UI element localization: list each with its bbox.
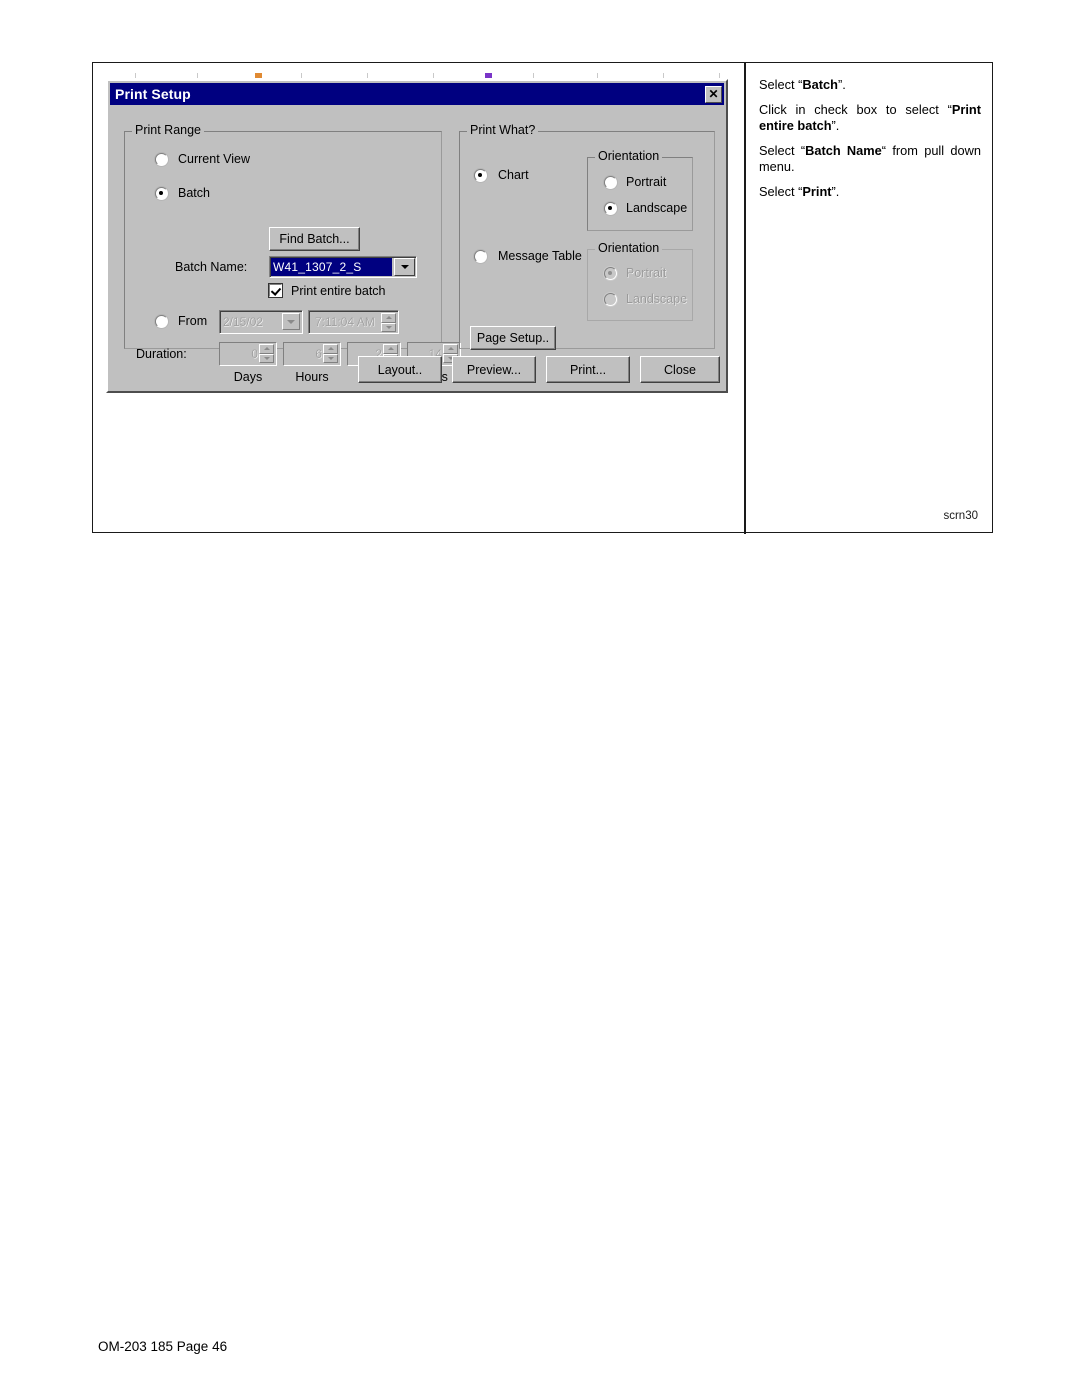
spinner-up-icon[interactable] (259, 344, 274, 354)
panel-divider (744, 63, 746, 534)
find-batch-button-label: Find Batch... (279, 232, 350, 246)
print-button[interactable]: Print... (546, 356, 630, 383)
label-print-entire-batch: Print entire batch (291, 284, 386, 298)
page-setup-button[interactable]: Page Setup.. (470, 326, 556, 350)
dialog-button-row: Layout.. Preview... Print... Close (358, 356, 720, 384)
label-table-landscape: Landscape (626, 292, 688, 306)
radio-batch[interactable] (155, 187, 168, 200)
chevron-down-icon[interactable] (282, 313, 300, 330)
radio-chart-landscape[interactable] (604, 202, 617, 215)
batch-name-value: W41_1307_2_S (271, 258, 392, 276)
from-time-value: 7:11:04 AM (315, 315, 375, 329)
preview-button-label: Preview... (466, 362, 522, 377)
label-batch-name: Batch Name: (175, 260, 248, 274)
instructions-panel: Select “Batch”. Click in check box to se… (759, 77, 981, 209)
table-orientation-group: Orientation Portrait Landscape (587, 242, 693, 321)
page-setup-button-label: Page Setup.. (476, 331, 550, 345)
duration-hours-field[interactable]: 6 (283, 342, 341, 366)
chevron-down-icon[interactable] (394, 258, 415, 276)
duration-hours-spinner[interactable] (323, 344, 338, 363)
checkbox-print-entire-batch[interactable] (269, 284, 282, 297)
duration-days-field[interactable]: 0 (219, 342, 277, 366)
radio-from[interactable] (155, 315, 168, 328)
radio-chart[interactable] (474, 169, 487, 182)
print-range-group: Print Range Current View Batch Find Batc… (124, 124, 461, 384)
from-time-spinner[interactable] (381, 313, 396, 332)
radio-table-landscape[interactable] (604, 293, 617, 306)
print-button-label: Print... (569, 362, 607, 377)
layout-button-label: Layout.. (377, 362, 423, 377)
instruction-step-2: Click in check box to select “Print enti… (759, 102, 981, 133)
instruction-step-4: Select “Print”. (759, 184, 840, 199)
label-chart-landscape: Landscape (626, 201, 688, 215)
duration-days-value: 0 (251, 347, 258, 361)
duration-days-spinner[interactable] (259, 344, 274, 363)
page-footer: OM-203 185 Page 46 (98, 1339, 228, 1354)
dialog-title: Print Setup (115, 86, 191, 102)
close-icon[interactable]: ✕ (705, 85, 722, 103)
chart-orientation-group: Orientation Portrait Landscape (587, 150, 693, 231)
from-time-field[interactable]: 7:11:04 AM (308, 310, 399, 334)
instruction-step-1: Select “Batch”. (759, 77, 846, 92)
spinner-up-icon[interactable] (323, 344, 338, 354)
radio-chart-portrait[interactable] (604, 176, 617, 189)
dialog-titlebar[interactable]: Print Setup ✕ (110, 83, 724, 105)
print-what-group: Print What? Chart Orientation Portrait L… (459, 124, 715, 350)
layout-button[interactable]: Layout.. (358, 356, 442, 383)
label-from: From (178, 314, 208, 328)
instruction-step-3: Select “Batch Name“ from pull down menu. (759, 143, 981, 174)
table-orientation-label: Orientation (595, 242, 663, 255)
radio-message-table[interactable] (474, 250, 487, 263)
label-current-view: Current View (178, 152, 251, 166)
figure-frame: Print Setup ✕ Print Range Current View B… (92, 62, 993, 534)
close-button[interactable]: Close (640, 356, 720, 383)
from-date-value: 2/15/02 (223, 315, 264, 329)
close-button-label: Close (664, 362, 696, 377)
label-batch: Batch (178, 186, 210, 200)
label-table-portrait: Portrait (626, 266, 667, 280)
label-chart-portrait: Portrait (626, 175, 667, 189)
spinner-up-icon[interactable] (443, 344, 458, 354)
spinner-up-icon[interactable] (381, 313, 396, 323)
spinner-up-icon[interactable] (383, 344, 398, 354)
chart-orientation-label: Orientation (595, 150, 663, 163)
duration-days-label: Days (233, 370, 263, 384)
spinner-down-icon[interactable] (381, 322, 396, 332)
label-duration: Duration: (136, 347, 187, 361)
print-range-group-label: Print Range (132, 124, 205, 137)
duration-hours-value: 6 (315, 347, 322, 361)
batch-name-combo[interactable]: W41_1307_2_S (269, 256, 417, 278)
from-date-combo[interactable]: 2/15/02 (219, 310, 303, 334)
duration-hours-label: Hours (295, 370, 329, 384)
print-setup-dialog: Print Setup ✕ Print Range Current View B… (106, 79, 728, 393)
spinner-down-icon[interactable] (259, 353, 274, 363)
preview-button[interactable]: Preview... (452, 356, 536, 383)
print-what-group-label: Print What? (467, 124, 539, 137)
screenshot-id-label: scrn30 (943, 510, 978, 522)
radio-table-portrait[interactable] (604, 267, 617, 280)
radio-current-view[interactable] (155, 153, 168, 166)
spinner-down-icon[interactable] (323, 353, 338, 363)
label-message-table: Message Table (498, 249, 582, 263)
label-chart: Chart (498, 168, 529, 182)
find-batch-button[interactable]: Find Batch... (269, 227, 360, 251)
